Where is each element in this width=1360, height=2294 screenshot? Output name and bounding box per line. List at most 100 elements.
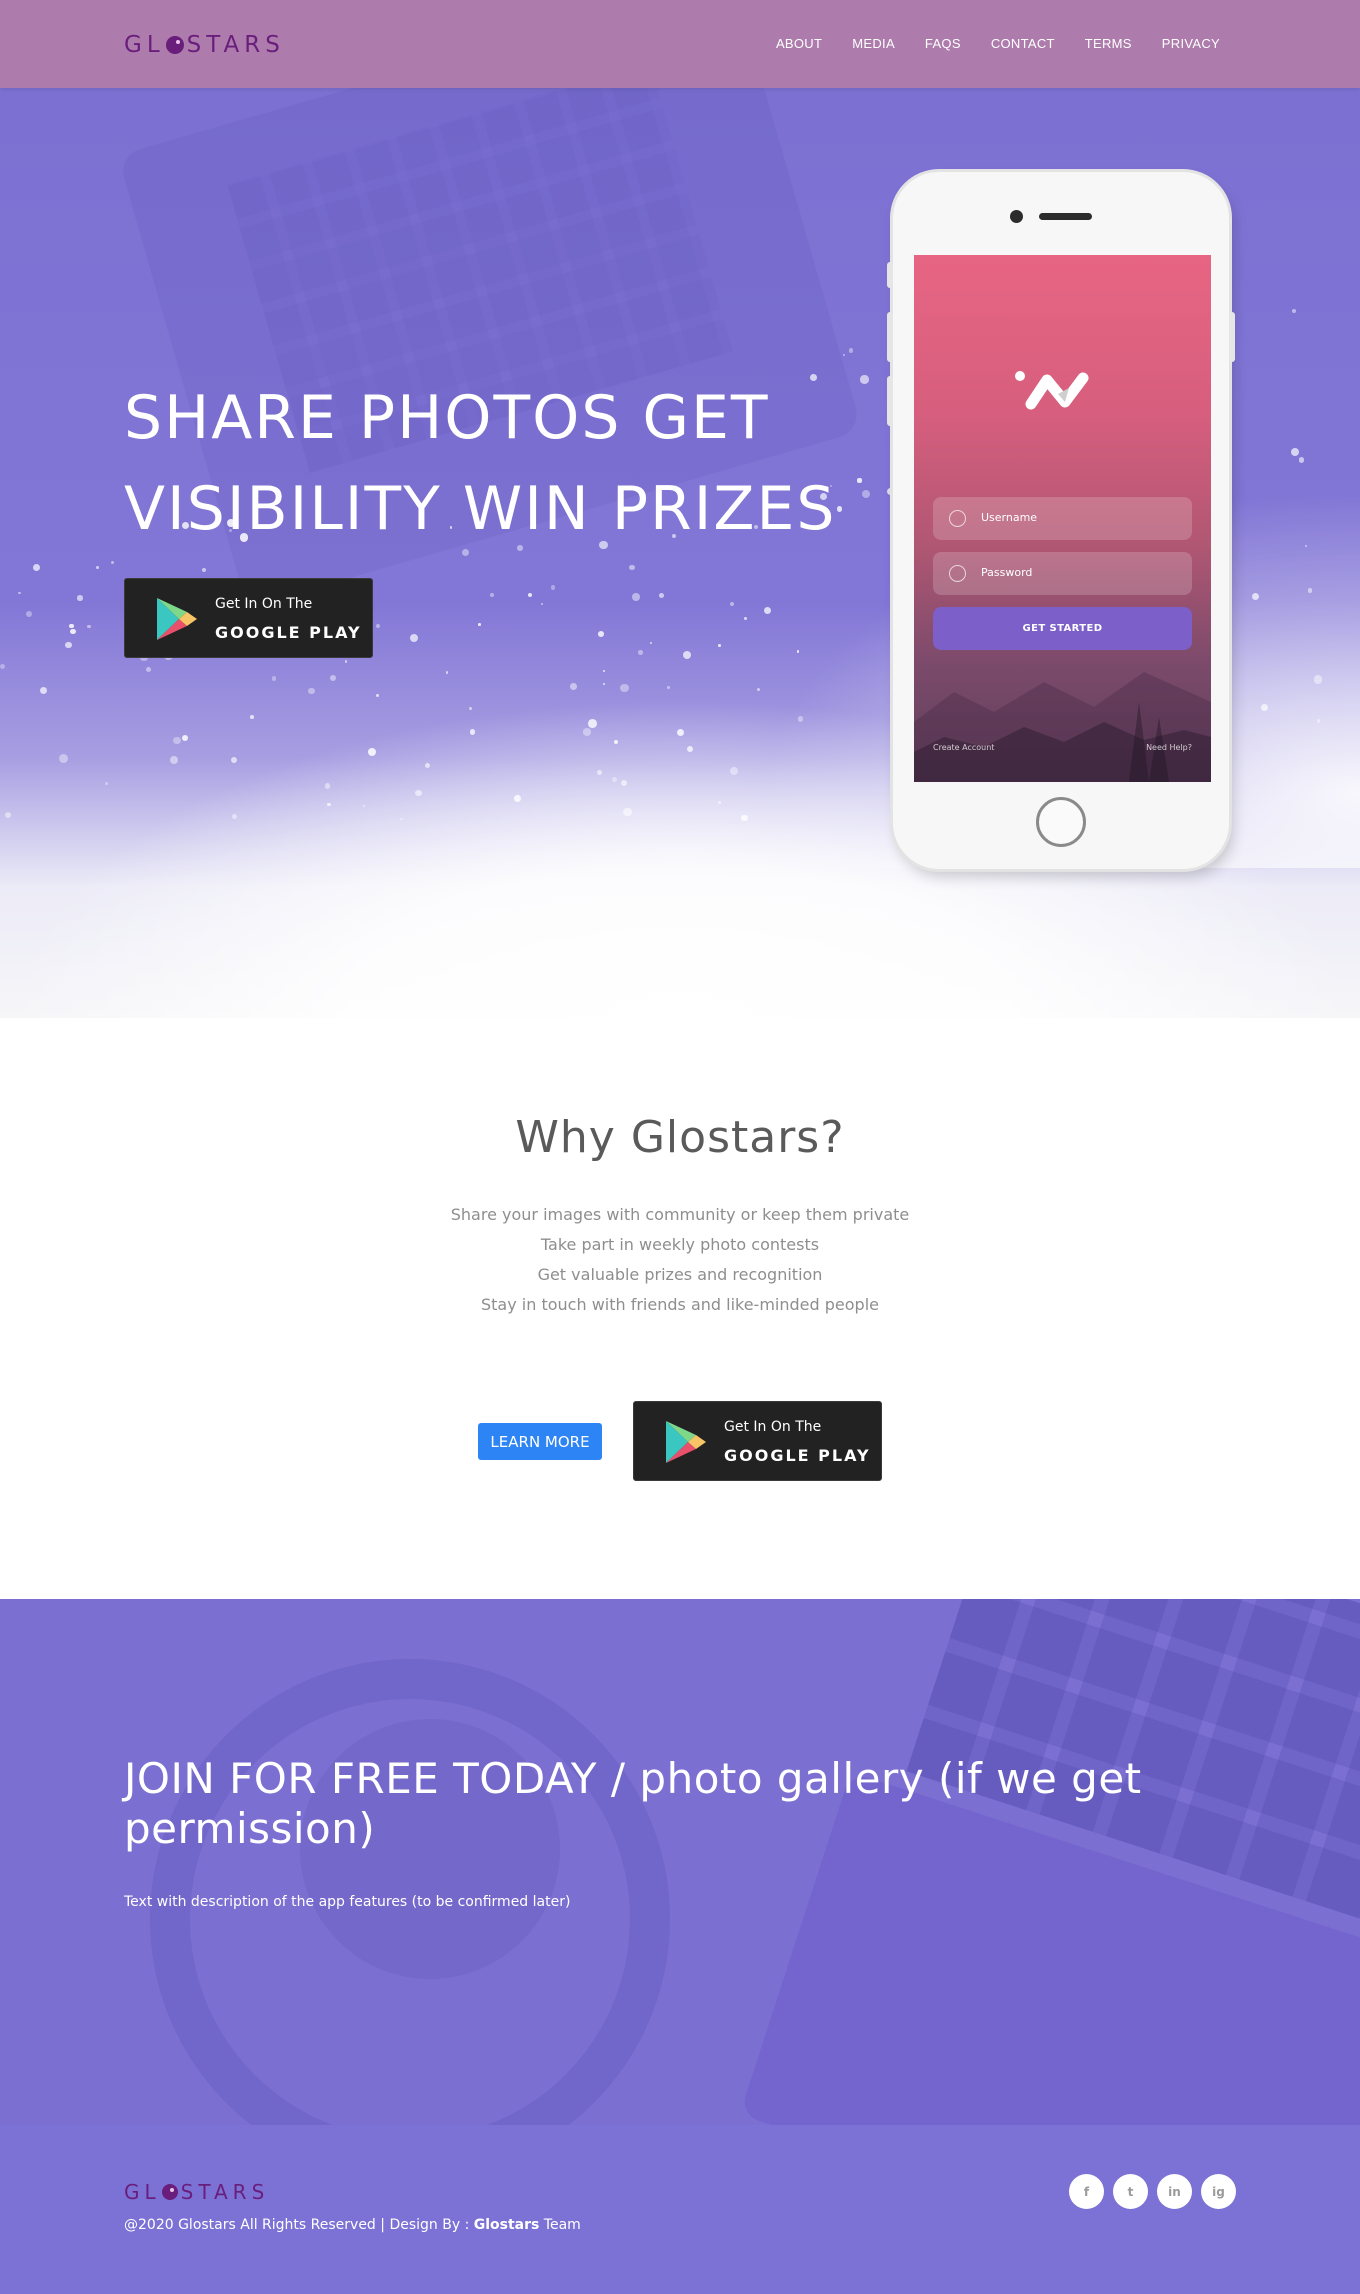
copyright-prefix: @2020 Glostars All Rights Reserved | Des…	[124, 2217, 474, 2233]
snow-speck	[1290, 447, 1300, 456]
snow-speck	[1299, 457, 1305, 463]
snow-speck	[69, 623, 74, 628]
nav-about[interactable]: ABOUT	[776, 36, 822, 51]
feature-item: Get valuable prizes and recognition	[537, 1265, 823, 1284]
snow-speck	[145, 666, 151, 672]
google-play-button-hero[interactable]: Get In On The GOOGLE PLAY	[124, 578, 373, 658]
phone-mockup: Username Password GET STARTED Create Acc…	[887, 172, 1235, 869]
snow-speck	[469, 707, 472, 710]
snow-speck	[70, 628, 76, 634]
username-field[interactable]: Username	[933, 497, 1192, 540]
store-small-label: Get In On The	[215, 596, 313, 612]
snow-speck	[18, 591, 22, 595]
snow-speck	[718, 800, 721, 804]
snow-speck	[686, 745, 693, 752]
snow-speck	[375, 693, 379, 697]
app-logo-icon	[1015, 371, 1089, 410]
instagram-icon[interactable]: ig	[1201, 2174, 1236, 2209]
snow-speck	[763, 606, 772, 615]
need-help-link[interactable]: Need Help?	[1146, 743, 1192, 752]
snow-speck	[58, 754, 68, 764]
feature-item: Take part in weekly photo contests	[540, 1235, 820, 1254]
snow-speck	[173, 736, 181, 745]
logo-text-left: GL	[124, 32, 165, 58]
nav-faqs[interactable]: FAQS	[925, 36, 961, 51]
footer: GL STARS @2020 Glostars All Rights Reserv…	[0, 2125, 1360, 2294]
nav-contact[interactable]: CONTACT	[991, 36, 1055, 51]
logo-text-left: GL	[124, 2180, 161, 2204]
snow-speck	[597, 631, 604, 637]
join-description: Text with description of the app feature…	[124, 1894, 571, 1910]
create-account-link[interactable]: Create Account	[933, 743, 994, 752]
nav-privacy[interactable]: PRIVACY	[1162, 36, 1220, 51]
why-section: Why Glostars? Share your images with com…	[0, 1018, 1360, 1599]
snow-speck	[0, 664, 6, 670]
password-field[interactable]: Password	[933, 552, 1192, 595]
snow-speck	[308, 687, 315, 694]
google-play-button-why[interactable]: Get In On The GOOGLE PLAY	[633, 1401, 882, 1481]
feature-item: Share your images with community or keep…	[450, 1205, 910, 1224]
snow-speck	[324, 783, 330, 789]
snow-speck	[410, 633, 419, 643]
google-play-icon	[157, 598, 197, 640]
logo-text-right: STARS	[186, 32, 285, 58]
footer-logo[interactable]: GL STARS	[124, 2180, 269, 2204]
linkedin-icon[interactable]: in	[1157, 2174, 1192, 2209]
snow-speck	[250, 715, 254, 719]
glostars-logo[interactable]: GL STARS	[124, 32, 285, 58]
snow-speck	[743, 617, 748, 621]
snow-speck	[527, 592, 533, 598]
snow-speck	[272, 676, 277, 681]
snow-speck	[620, 779, 627, 786]
snow-speck	[231, 813, 237, 819]
snow-speck	[1316, 718, 1321, 723]
snow-speck	[445, 671, 449, 674]
store-big-label: GOOGLE PLAY	[724, 1446, 871, 1465]
phone-home-button	[1036, 797, 1086, 847]
copyright-text: @2020 Glostars All Rights Reserved | Des…	[124, 2217, 581, 2233]
snow-speck	[683, 651, 692, 660]
snow-speck	[540, 603, 543, 606]
snow-speck	[602, 682, 605, 685]
nav-terms[interactable]: TERMS	[1085, 36, 1132, 51]
lock-icon	[949, 565, 966, 582]
hero-title-line1: SHARE PHOTOS GET	[124, 383, 770, 453]
store-small-label: Get In On The	[724, 1419, 822, 1435]
snow-speck	[650, 642, 653, 645]
why-title: Why Glostars?	[515, 1112, 845, 1163]
feature-list: Share your images with community or keep…	[0, 1200, 1360, 1320]
snow-speck	[478, 623, 481, 626]
snow-speck	[797, 716, 803, 722]
snow-speck	[730, 767, 739, 776]
join-title: JOIN FOR FREE TODAY / photo gallery (if …	[124, 1754, 1142, 1853]
facebook-icon[interactable]: f	[1069, 2174, 1104, 2209]
snow-speck	[87, 624, 91, 629]
copyright-suffix: Team	[539, 2217, 581, 2233]
nav-media[interactable]: MEDIA	[852, 36, 895, 51]
phone-volume-up	[887, 312, 893, 362]
snow-speck	[1251, 592, 1260, 601]
copyright-brand[interactable]: Glostars	[474, 2217, 540, 2233]
snow-speck	[666, 686, 670, 690]
snow-speck	[182, 735, 189, 742]
phone-screen: Username Password GET STARTED Create Acc…	[914, 255, 1211, 782]
snow-speck	[469, 729, 476, 736]
snow-speck	[170, 755, 179, 765]
snow-speck	[1307, 588, 1313, 593]
twitter-icon[interactable]: t	[1113, 2174, 1148, 2209]
nav-links: ABOUT MEDIA FAQS CONTACT TERMS PRIVACY	[776, 36, 1220, 51]
snow-speck	[489, 593, 494, 597]
get-started-button[interactable]: GET STARTED	[933, 607, 1192, 650]
snow-speck	[796, 650, 800, 653]
snow-speck	[1291, 308, 1297, 314]
snow-speck	[64, 641, 72, 649]
snow-speck	[33, 564, 41, 572]
snow-speck	[327, 802, 331, 807]
phone-volume-down	[887, 376, 893, 426]
snow-speck	[400, 817, 403, 820]
snow-speck	[375, 623, 380, 629]
learn-more-button[interactable]: LEARN MORE	[478, 1423, 602, 1460]
join-section: JOIN FOR FREE TODAY / photo gallery (if …	[0, 1599, 1360, 2125]
snow-speck	[620, 684, 629, 693]
user-icon	[949, 510, 966, 527]
